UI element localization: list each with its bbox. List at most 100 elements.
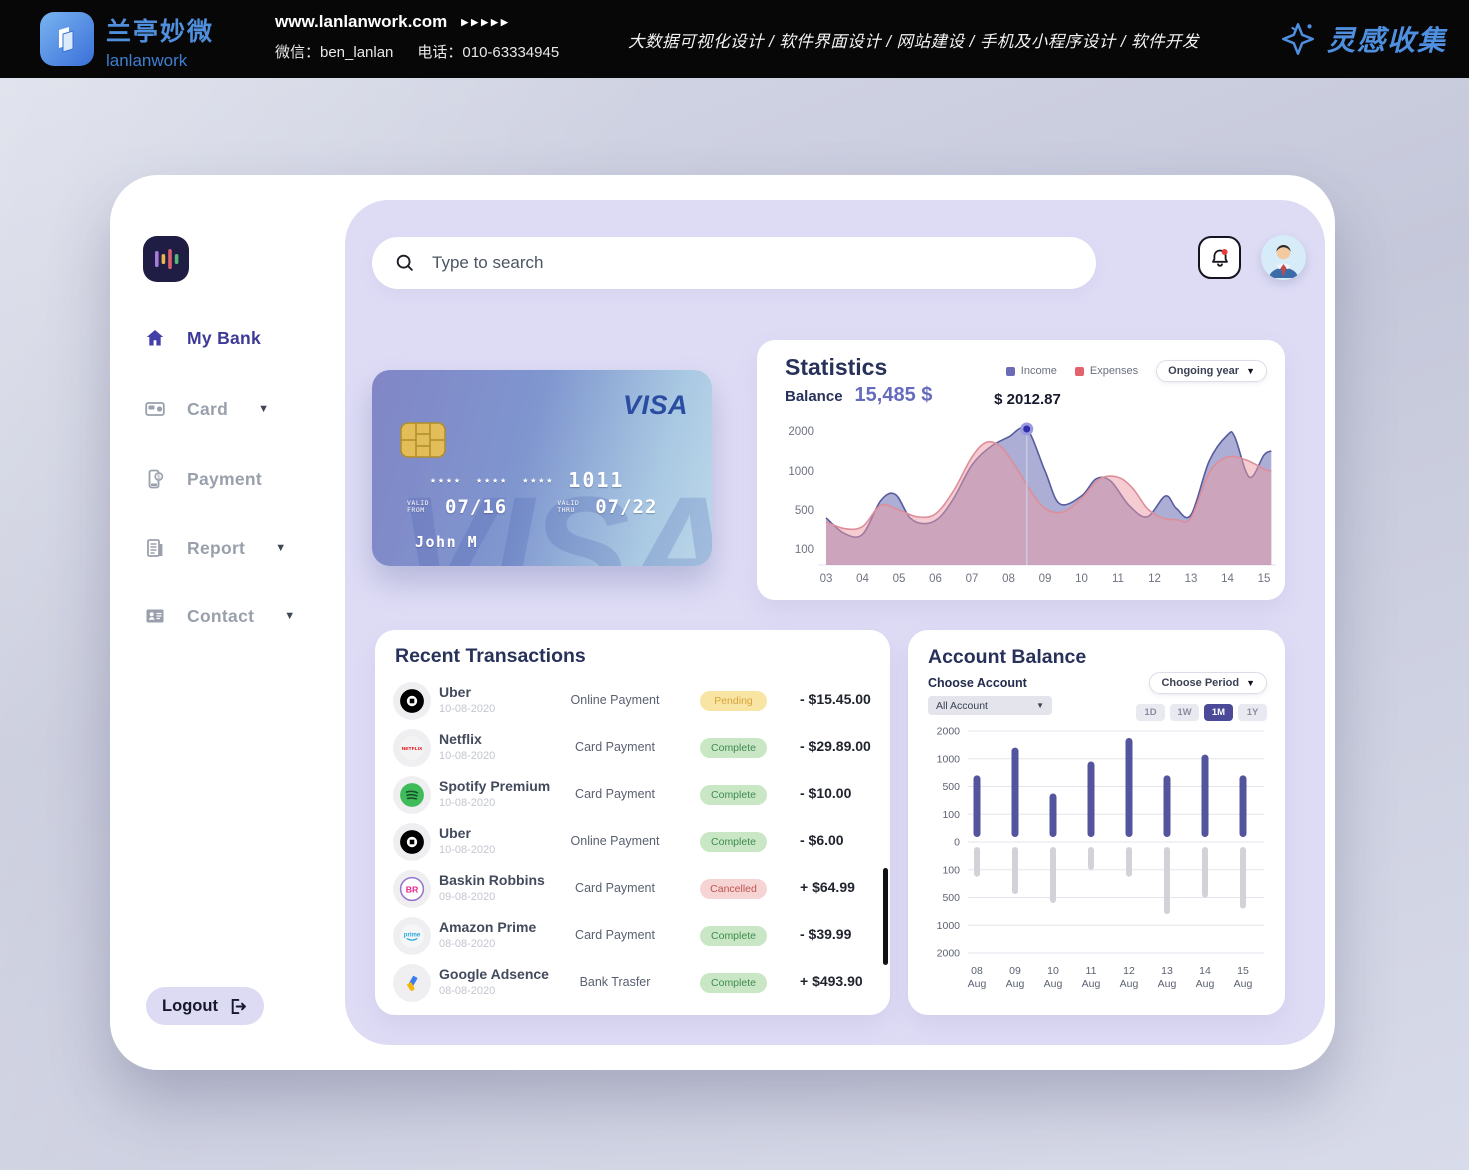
transaction-date: 10-08-2020 (439, 703, 495, 715)
x-tick-label: 03 (820, 573, 833, 585)
x-tick-label: Aug (1196, 978, 1215, 990)
lanlanwork-logo (40, 12, 94, 66)
transaction-row[interactable]: Google Adsence 08-08-2020 Bank Trasfer C… (375, 960, 890, 1007)
recent-transactions-panel: Recent Transactions Uber 10-08-2020 Onli… (375, 630, 890, 1015)
transaction-date: 10-08-2020 (439, 844, 495, 856)
choose-account-label: Choose Account (928, 676, 1027, 690)
chevron-down-icon[interactable]: ▼ (284, 610, 295, 622)
transaction-amount: + $493.90 (800, 973, 863, 989)
chart-tooltip: $ 2012.87 (980, 391, 1075, 408)
x-tick-label: Aug (1006, 978, 1025, 990)
chart-legend: Income Expenses Ongoing year ▼ (1006, 360, 1267, 382)
balance-bar-positive (1088, 762, 1095, 837)
chevron-down-icon[interactable]: ▼ (258, 403, 269, 415)
x-tick-label: 12 (1148, 573, 1161, 585)
contact-card-icon (143, 604, 167, 628)
y-tick-label: 500 (942, 892, 960, 904)
balance-bar-negative (1126, 847, 1132, 877)
account-select-value: All Account (936, 700, 988, 712)
x-tick-label: 05 (893, 573, 906, 585)
merchant-name: Uber (439, 825, 471, 841)
x-tick-label: 11 (1086, 965, 1097, 977)
balance-bar-negative (1240, 847, 1246, 909)
chevron-down-icon[interactable]: ▼ (275, 542, 286, 554)
transaction-amount: - $10.00 (800, 785, 851, 801)
balance-value: 15,485 $ (855, 384, 933, 407)
book-icon (51, 23, 83, 55)
amazon-prime-icon: prime (399, 923, 425, 949)
services-list: 大数据可视化设计 / 软件界面设计 / 网站建设 / 手机及小程序设计 / 软件… (628, 28, 1228, 52)
choose-period-dropdown[interactable]: Choose Period ▼ (1149, 672, 1267, 694)
period-button-1w[interactable]: 1W (1170, 704, 1199, 721)
x-tick-label: 11 (1112, 573, 1124, 585)
period-button-1d[interactable]: 1D (1136, 704, 1165, 721)
last-digits: 1011 (568, 468, 624, 492)
ongoing-year-dropdown[interactable]: Ongoing year ▼ (1156, 360, 1267, 382)
transaction-row[interactable]: Spotify Premium 10-08-2020 Card Payment … (375, 772, 890, 819)
user-avatar[interactable] (1261, 235, 1306, 280)
x-tick-label: 08 (971, 965, 983, 977)
period-button-1m[interactable]: 1M (1204, 704, 1233, 721)
netflix-icon: NETFLIX (399, 735, 425, 761)
search-icon (394, 252, 416, 274)
transaction-row[interactable]: prime Amazon Prime 08-08-2020 Card Payme… (375, 913, 890, 960)
sidebar-item-label: Card (187, 399, 228, 420)
sidebar-item-contact[interactable]: Contact ▼ (143, 602, 295, 630)
y-tick-label: 100 (795, 544, 814, 556)
masked-digits: ★★★★ (476, 475, 508, 486)
notifications-button[interactable] (1198, 236, 1241, 279)
logout-button[interactable]: Logout (146, 987, 264, 1025)
transaction-amount: + $64.99 (800, 879, 855, 895)
transaction-date: 08-08-2020 (439, 938, 495, 950)
merchant-name: Baskin Robbins (439, 872, 545, 888)
phone-number: 电话：010-63334945 (417, 41, 559, 62)
transaction-row[interactable]: Uber 10-08-2020 Online Payment Pending -… (375, 678, 890, 725)
x-tick-label: 04 (856, 573, 869, 585)
marker-dot (1022, 424, 1032, 434)
sidebar-item-payment[interactable]: $ Payment (143, 465, 262, 493)
search-input[interactable] (430, 252, 1034, 274)
balance-label: Balance (785, 388, 843, 405)
transaction-row[interactable]: NETFLIX Netflix 10-08-2020 Card Payment … (375, 725, 890, 772)
sidebar-item-report[interactable]: Report ▼ (143, 534, 286, 562)
scrollbar[interactable] (883, 868, 888, 965)
transaction-amount: - $6.00 (800, 832, 844, 848)
sidebar-item-label: Contact (187, 606, 254, 627)
transaction-row[interactable]: Uber 10-08-2020 Online Payment Complete … (375, 819, 890, 866)
credit-card-icon (143, 397, 167, 421)
merchant-name: Uber (439, 684, 471, 700)
account-select[interactable]: All Account ▼ (928, 696, 1052, 715)
card-number: ★★★★ ★★★★ ★★★★ 1011 (430, 468, 624, 492)
sidebar-item-my-bank[interactable]: My Bank (143, 324, 261, 352)
x-tick-label: 07 (966, 573, 979, 585)
x-tick-label: 12 (1123, 965, 1135, 977)
balance-bar-negative (1012, 847, 1018, 894)
transaction-amount: - $15.45.00 (800, 691, 871, 707)
y-tick-label: 500 (942, 781, 960, 793)
account-balance-bar-chart: 2000100050010001005001000200008Aug09Aug1… (920, 722, 1272, 994)
period-button-1y[interactable]: 1Y (1238, 704, 1267, 721)
sidebar-item-card[interactable]: Card ▼ (143, 395, 269, 423)
merchant-logo (393, 776, 431, 814)
y-tick-label: 1000 (937, 920, 961, 932)
transactions-list: Uber 10-08-2020 Online Payment Pending -… (375, 678, 890, 1007)
card-validity: VALID FROM 07/16 VALID THRU 07/22 (407, 496, 657, 518)
transaction-row[interactable]: BR Baskin Robbins 09-08-2020 Card Paymen… (375, 866, 890, 913)
payment-method: Card Payment (553, 928, 677, 942)
sidebar-item-label: My Bank (187, 328, 261, 349)
logout-label: Logout (162, 997, 218, 1016)
expenses-swatch (1075, 367, 1084, 376)
page-background: 兰亭妙微 lanlanwork www.lanlanwork.com ▶▶▶▶▶… (0, 0, 1469, 1170)
valid-from-date: 07/16 (445, 496, 507, 518)
x-tick-label: Aug (968, 978, 987, 990)
account-balance-title: Account Balance (928, 646, 1086, 669)
bank-card[interactable]: VISA VISA ★★★★ ★★★★ ★★★★ 1011 VALID FROM… (372, 370, 712, 566)
x-tick-label: Aug (1082, 978, 1101, 990)
masked-digits: ★★★★ (522, 475, 554, 486)
legend-expenses-label: Expenses (1090, 365, 1138, 377)
uber-icon (399, 688, 425, 714)
transaction-date: 10-08-2020 (439, 750, 495, 762)
baskin-robbins-icon: BR (399, 876, 425, 902)
y-tick-label: 0 (954, 837, 960, 849)
merchant-logo: BR (393, 870, 431, 908)
